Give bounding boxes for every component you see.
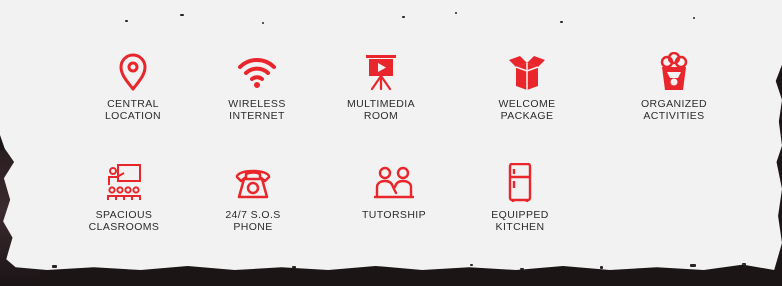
amenity-label: MULTIMEDIA ROOM: [347, 98, 415, 122]
amenity-label: ORGANIZED ACTIVITIES: [640, 98, 708, 122]
amenity-label: WELCOME PACKAGE: [498, 98, 556, 122]
amenity-welcome-package: WELCOME PACKAGE: [472, 52, 582, 122]
amenity-sos-phone: 24/7 S.O.S PHONE: [198, 163, 308, 233]
amenity-label: CENTRAL LOCATION: [104, 98, 162, 122]
amenity-multimedia-room: MULTIMEDIA ROOM: [326, 52, 436, 122]
projector-screen-icon: [361, 52, 401, 92]
tutoring-icon: [374, 163, 414, 203]
amenity-tutorship: TUTORSHIP: [339, 163, 449, 221]
refrigerator-icon: [500, 163, 540, 203]
amenity-organized-activities: ORGANIZED ACTIVITIES: [619, 52, 729, 122]
amenity-label: 24/7 S.O.S PHONE: [225, 209, 281, 233]
amenity-spacious-classrooms: SPACIOUS CLASROOMS: [69, 163, 179, 233]
amenity-equipped-kitchen: EQUIPPED KITCHEN: [465, 163, 575, 233]
amenity-label: TUTORSHIP: [361, 209, 427, 221]
telephone-icon: [233, 163, 273, 203]
wifi-icon: [237, 52, 277, 92]
amenity-label: SPACIOUS CLASROOMS: [88, 209, 160, 233]
classroom-icon: [104, 163, 144, 203]
amenity-label: WIRELESS INTERNET: [228, 98, 286, 122]
location-pin-icon: [113, 52, 153, 92]
amenity-central-location: CENTRAL LOCATION: [78, 52, 188, 122]
gift-box-icon: [507, 52, 547, 92]
amenity-wireless-internet: WIRELESS INTERNET: [202, 52, 312, 122]
amenity-label: EQUIPPED KITCHEN: [491, 209, 549, 233]
popcorn-icon: [654, 52, 694, 92]
